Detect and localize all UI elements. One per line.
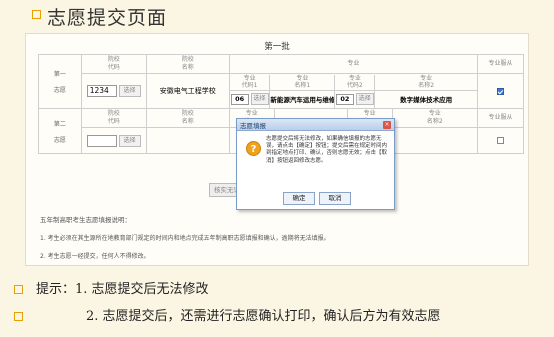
notes: 五年制高职考生志愿填报说明： 1. 考生必须在其生源所在地教育部门规定的时间内和… — [40, 214, 330, 269]
note-item-2: 2. 考生志愿一经提交，任何人不得修改。 — [40, 253, 150, 260]
header-major-code1: 专业 代码1 — [229, 74, 271, 91]
header-major-name1: 专业 名称1 — [269, 74, 336, 91]
first-school-select-button[interactable]: 选择 — [118, 85, 141, 97]
header-school-code: 院校 代码 — [80, 54, 147, 74]
cancel-button[interactable]: 取消 — [319, 192, 351, 205]
first-major2-name: 数字媒体技术应用 — [400, 96, 453, 105]
first-major1-select-button[interactable]: 选择 — [250, 93, 269, 106]
first-school-code-input[interactable]: 1234 — [86, 85, 117, 97]
second-header-obey: 专业服从 — [476, 108, 525, 128]
note-item-1: 1. 考生必须在其生源所在地教育部门规定的时间内和地点完成五年制高职志愿填报和确… — [40, 235, 330, 242]
hint-line-2: 2. 志愿提交后，还需进行志愿确认打印，确认后方为有效志愿 — [86, 309, 441, 324]
dialog-titlebar: 志愿填报 × — [237, 119, 394, 131]
first-major1-code[interactable]: 06 — [230, 93, 249, 105]
notes-heading: 五年制高职考生志愿填报说明： — [40, 216, 131, 224]
batch-title: 第一批 — [264, 42, 290, 52]
second-choice-label: 第二 志愿 — [38, 108, 82, 154]
second-header-school-name: 院校 名称 — [145, 108, 230, 128]
header-major-code2: 专业 代码2 — [334, 74, 376, 91]
hint-bullet-2 — [14, 312, 23, 321]
hint-label: 提示： — [36, 282, 76, 297]
first-school-code-cell: 1234 选择 — [80, 73, 147, 109]
dialog-message: 志愿提交后将无法修改，如果确信填报的志愿无误，请点击【确定】按钮；提交后需在规定… — [266, 136, 388, 164]
hint-bullet — [14, 285, 23, 294]
header-school-name: 院校 名称 — [145, 54, 230, 74]
page-title: 志愿提交页面 — [47, 7, 168, 29]
hint-line-1: 1. 志愿提交后无法修改 — [75, 282, 209, 297]
first-major2-select-button[interactable]: 选择 — [355, 93, 374, 106]
close-icon[interactable]: × — [383, 121, 391, 129]
confirm-dialog: 志愿填报 × ? 志愿提交后将无法修改，如果确信填报的志愿无误，请点击【确定】按… — [236, 118, 395, 210]
first-obey-checkbox[interactable] — [496, 87, 504, 95]
second-header-major-name2: 专业 名称2 — [391, 108, 478, 128]
title-bullet — [32, 10, 41, 19]
first-school-name: 安徽电气工程学校 — [145, 73, 230, 109]
second-header-school-code: 院校 代码 — [80, 108, 147, 128]
first-choice-label: 第一 志愿 — [38, 54, 82, 109]
second-school-select-button[interactable]: 选择 — [118, 134, 141, 147]
header-obey: 专业服从 — [476, 54, 525, 74]
header-major: 专业 — [228, 54, 478, 74]
header-major-name2: 专业 名称2 — [374, 74, 477, 91]
dialog-title: 志愿填报 — [240, 122, 266, 130]
second-obey-cell — [476, 127, 525, 154]
second-school-code-input[interactable] — [86, 134, 117, 147]
second-obey-checkbox[interactable] — [496, 137, 504, 144]
ok-button[interactable]: 确定 — [283, 192, 315, 205]
first-major1-name: 新能源汽车运用与维修 — [269, 90, 336, 108]
first-major2-code[interactable]: 02 — [335, 93, 354, 105]
question-icon: ? — [246, 141, 261, 156]
first-obey-cell — [476, 73, 525, 109]
form-panel: 第一批 第一 志愿 院校 代码 院校 名称 专业 专业服从 1234 选择 安徽… — [25, 33, 529, 266]
